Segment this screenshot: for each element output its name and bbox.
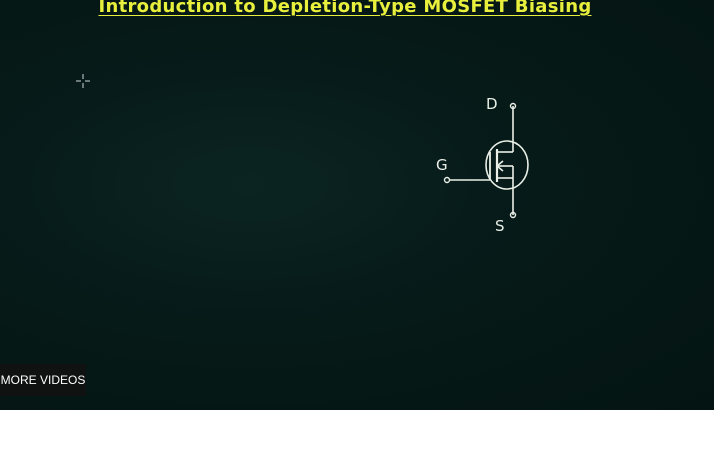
more-videos-button[interactable]: MORE VIDEOS xyxy=(0,364,86,396)
mosfet-symbol: D G S xyxy=(426,88,546,238)
drain-label: D xyxy=(486,95,498,113)
mosfet-envelope xyxy=(485,140,529,190)
board-title: Introduction to Depletion-Type MOSFET Bi… xyxy=(98,0,592,17)
gate-terminal xyxy=(443,176,451,184)
gate-label: G xyxy=(436,156,448,174)
source-label: S xyxy=(495,217,505,235)
page-below-player xyxy=(0,410,714,476)
crosshair-cursor-icon xyxy=(76,74,90,88)
video-player[interactable]: Introduction to Depletion-Type MOSFET Bi… xyxy=(0,0,714,410)
